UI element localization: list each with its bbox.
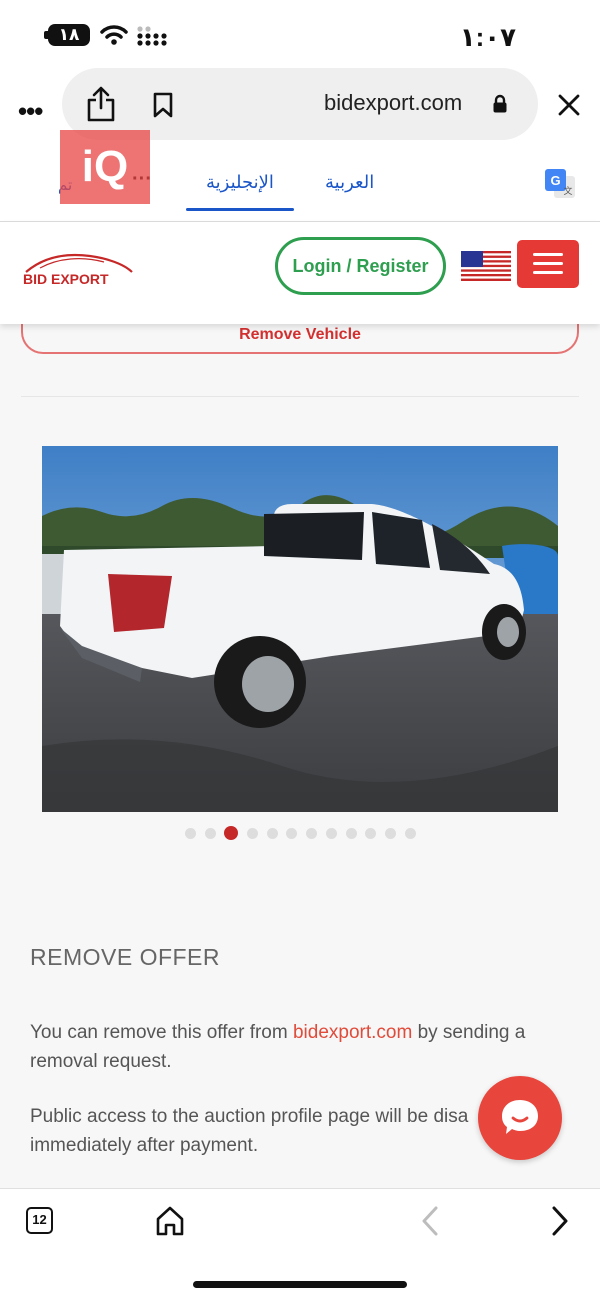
tab-arabic[interactable]: العربية	[325, 172, 374, 193]
close-icon[interactable]	[558, 94, 580, 116]
lock-icon	[493, 94, 507, 113]
battery-tip	[44, 31, 48, 39]
clock: ١:٠٧	[459, 22, 516, 52]
hamburger-menu-button[interactable]	[517, 240, 579, 288]
svg-text:G: G	[550, 173, 560, 188]
svg-text:文: 文	[563, 185, 572, 197]
chat-bubble-icon	[502, 1100, 538, 1134]
gallery-dot[interactable]	[224, 826, 239, 840]
gallery-dot[interactable]	[384, 827, 396, 839]
google-translate-icon[interactable]: G 文	[544, 168, 576, 200]
battery-indicator: ١٨	[48, 24, 90, 46]
watermark-logo: iQ	[60, 130, 150, 204]
chat-button[interactable]	[478, 1076, 562, 1160]
home-indicator	[193, 1281, 407, 1288]
gallery-dot[interactable]	[286, 827, 298, 839]
paragraph-text: Public access to the auction profile pag…	[30, 1106, 469, 1127]
gallery-dot[interactable]	[185, 827, 196, 839]
tabs-button[interactable]: 12	[26, 1207, 53, 1234]
remove-offer-title: REMOVE OFFER	[30, 944, 221, 970]
gallery-dot[interactable]	[306, 827, 318, 839]
us-flag-icon[interactable]	[461, 251, 511, 281]
main-content: Remove Vehicle REMOVE OFFER You can remo…	[0, 324, 600, 1188]
browser-toolbar: 12	[0, 1188, 600, 1298]
gallery-dot[interactable]	[345, 827, 357, 839]
home-icon[interactable]	[155, 1205, 185, 1237]
gallery-dot[interactable]	[204, 827, 216, 839]
more-options-icon[interactable]: •••	[18, 96, 43, 127]
gallery-dot[interactable]	[404, 827, 416, 839]
forward-icon[interactable]	[550, 1205, 570, 1237]
paragraph-text: immediately after payment.	[30, 1135, 259, 1156]
logo-text: BID EXPORT	[23, 271, 109, 287]
remove-offer-paragraph: You can remove this offer from bidexport…	[30, 1018, 570, 1076]
vehicle-photo[interactable]	[42, 446, 558, 812]
gallery-dot[interactable]	[365, 827, 377, 839]
selected-tab-indicator	[186, 208, 294, 211]
gallery-dot[interactable]	[325, 827, 337, 839]
remove-vehicle-button[interactable]: Remove Vehicle	[21, 324, 579, 354]
gallery-dot[interactable]	[247, 827, 259, 839]
gallery-dot[interactable]	[266, 827, 278, 839]
signal-icon	[137, 26, 167, 46]
paragraph-text: You can remove this offer from	[30, 1022, 293, 1043]
share-icon[interactable]	[86, 86, 116, 122]
bookmark-icon[interactable]	[152, 92, 174, 118]
status-bar: ١٨ ١:٠٧	[0, 0, 600, 68]
gallery-pagination	[185, 826, 424, 840]
bid-export-logo[interactable]: BID EXPORT	[20, 250, 136, 290]
bidexport-link[interactable]: bidexport.com	[293, 1022, 412, 1043]
tab-english[interactable]: الإنجليزية	[206, 172, 274, 193]
wifi-icon	[100, 25, 128, 45]
site-header: BID EXPORT Login / Register	[0, 222, 600, 324]
back-icon[interactable]	[420, 1205, 440, 1237]
login-register-button[interactable]: Login / Register	[275, 237, 446, 295]
divider	[21, 396, 579, 397]
url-text: bidexport.com	[324, 90, 463, 115]
